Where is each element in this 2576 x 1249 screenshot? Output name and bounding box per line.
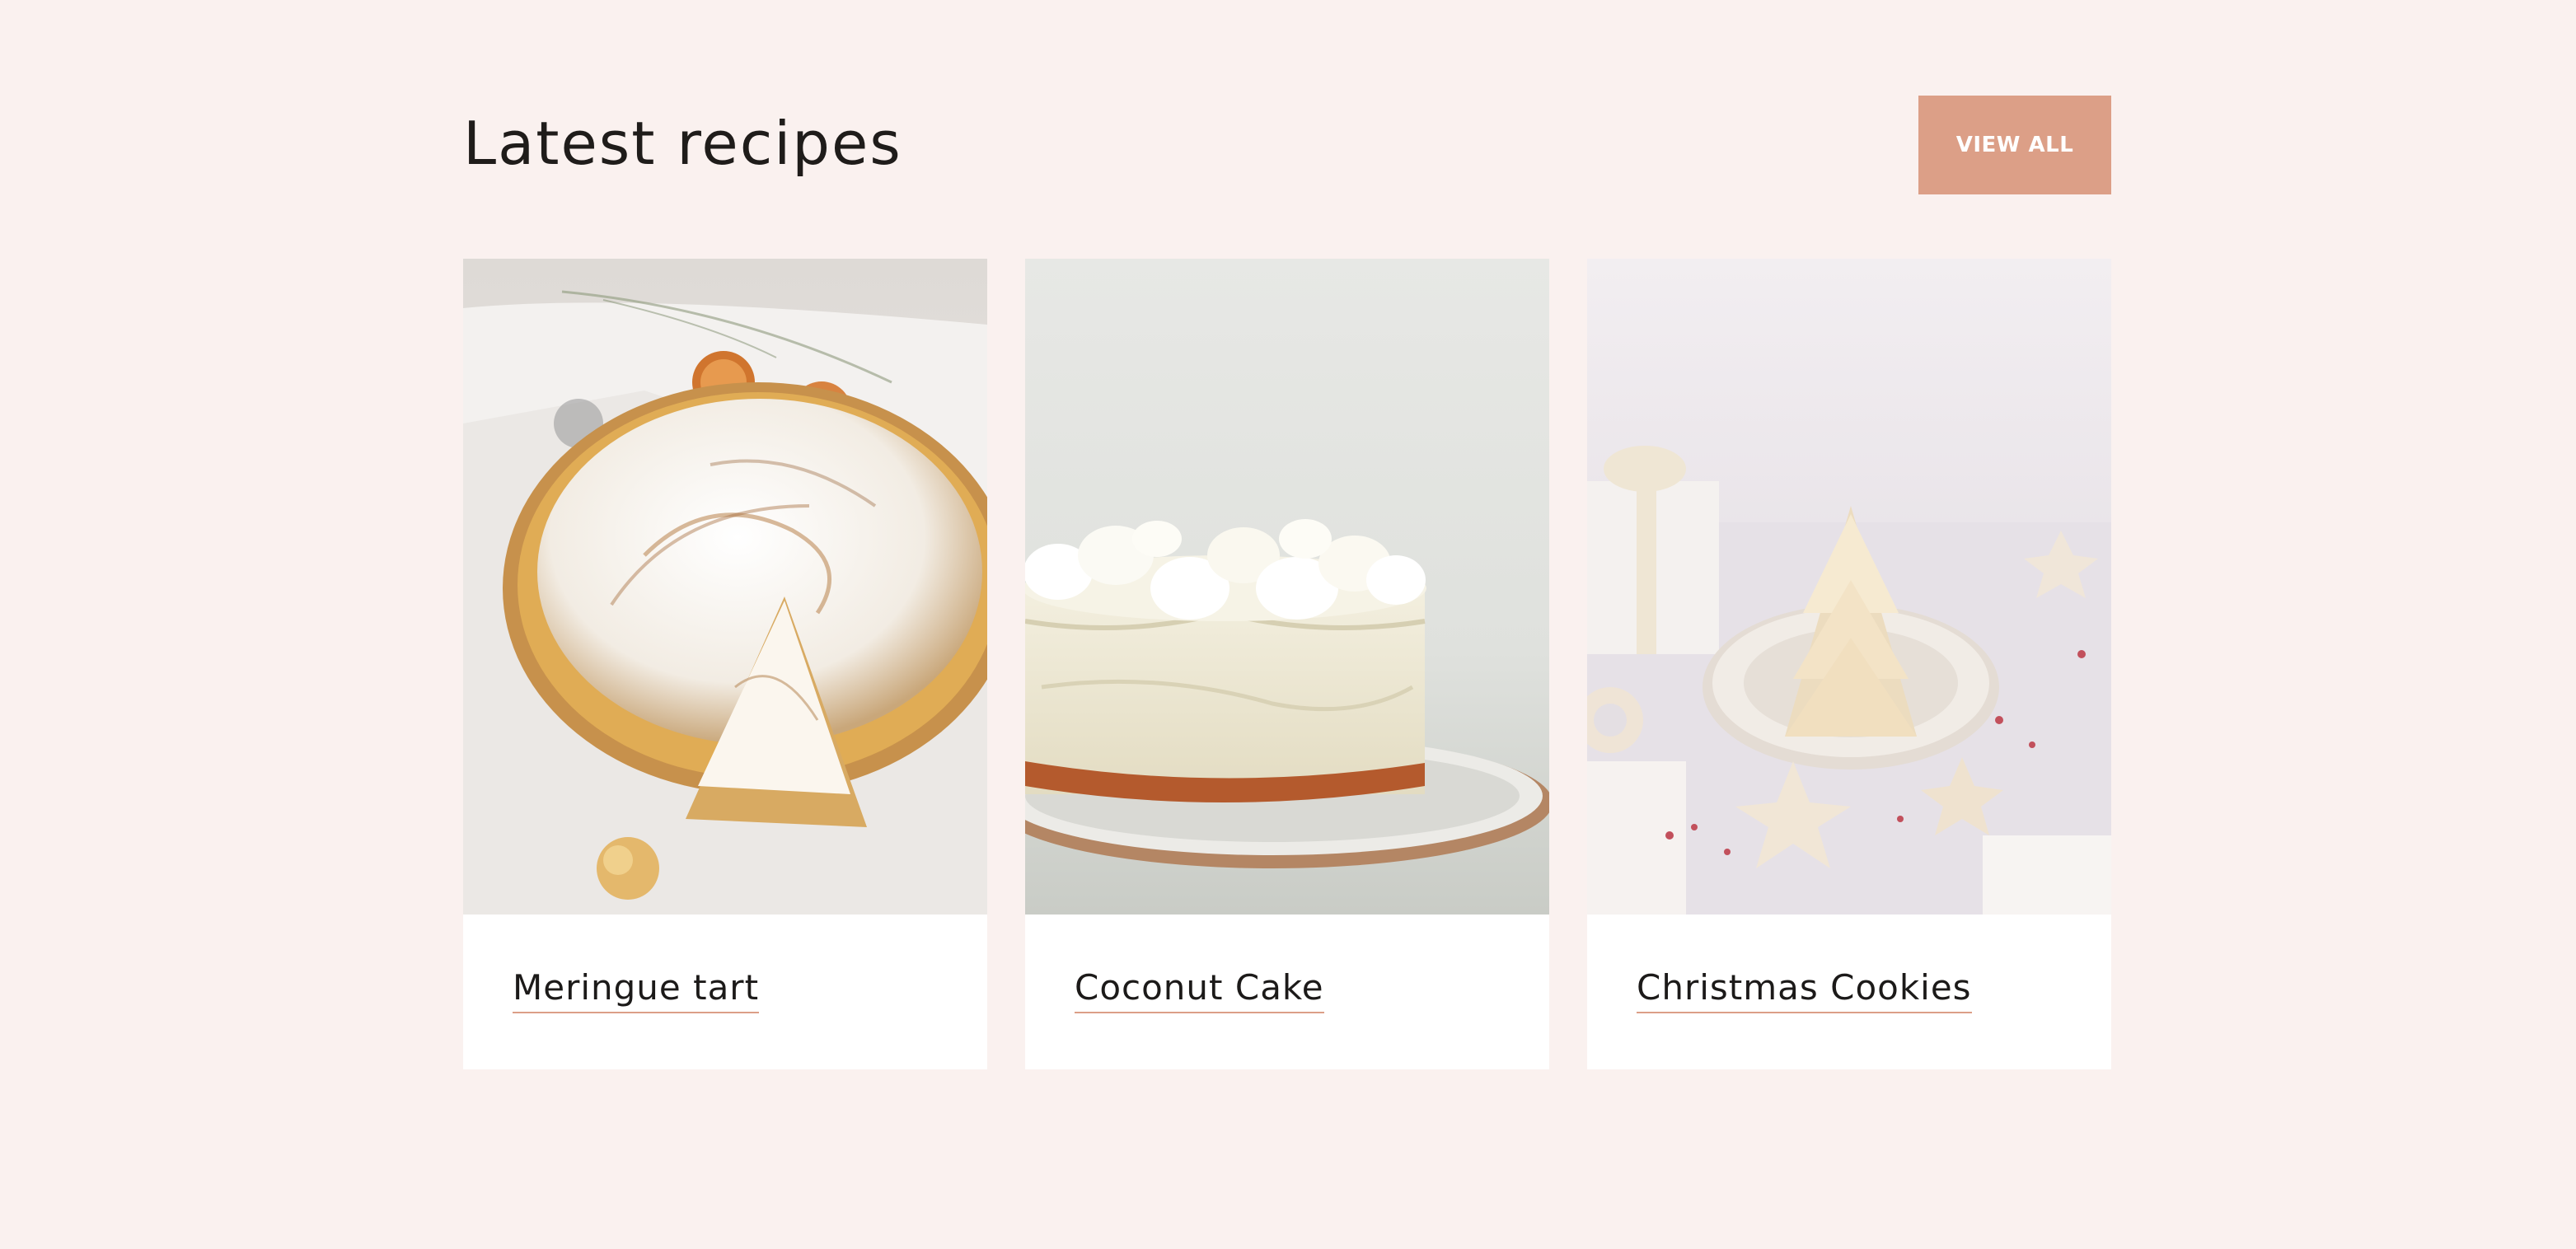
recipe-title-link[interactable]: Coconut Cake [1075, 971, 1324, 1013]
card-body: Coconut Cake [1025, 915, 1549, 1069]
section-title: Latest recipes [463, 109, 902, 178]
recipe-card-meringue-tart[interactable]: Meringue tart [463, 259, 987, 1069]
card-body: Meringue tart [463, 915, 987, 1069]
meringue-tart-image[interactable] [463, 259, 987, 915]
recipe-card-coconut-cake[interactable]: Coconut Cake [1025, 259, 1549, 1069]
christmas-cookies-image[interactable] [1587, 259, 2111, 915]
section-header: Latest recipes VIEW ALL [463, 96, 2111, 194]
recipe-title-link[interactable]: Christmas Cookies [1637, 971, 1972, 1013]
recipe-cards: Meringue tart Coconut Cake Christmas Coo… [463, 259, 2111, 1069]
view-all-button[interactable]: VIEW ALL [1918, 96, 2111, 194]
recipe-title-link[interactable]: Meringue tart [513, 971, 760, 1013]
latest-recipes-section: Latest recipes VIEW ALL Meringue tart Co… [463, 96, 2111, 1069]
coconut-cake-image[interactable] [1025, 259, 1549, 915]
card-body: Christmas Cookies [1587, 915, 2111, 1069]
recipe-card-christmas-cookies[interactable]: Christmas Cookies [1587, 259, 2111, 1069]
